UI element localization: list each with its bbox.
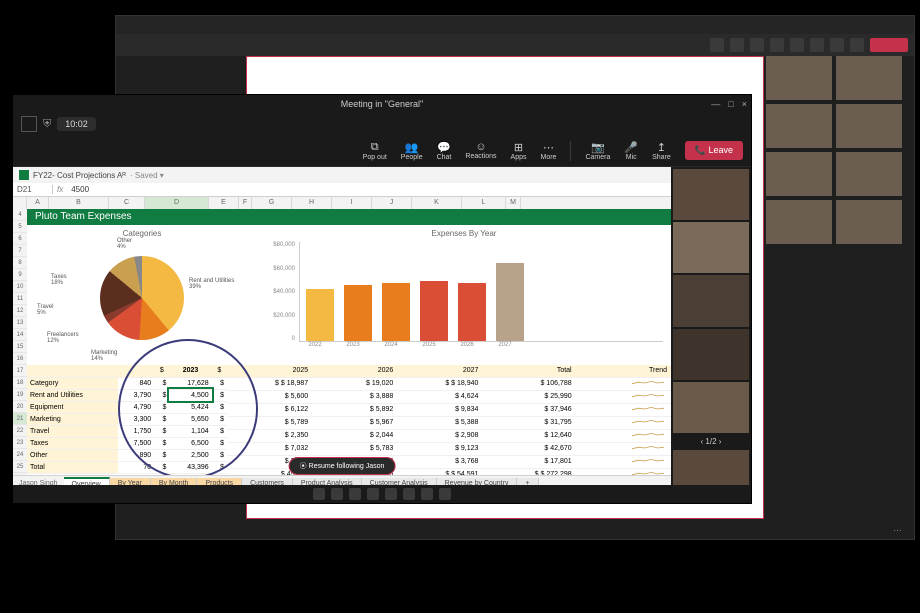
meeting-timer: 10:02: [57, 117, 96, 131]
spreadsheet-grid[interactable]: 4567891011121314151617181920212223242526…: [13, 209, 671, 475]
app-grid-icon[interactable]: [21, 116, 37, 132]
apps-icon: ⊞: [511, 141, 527, 154]
video-tile[interactable]: [673, 382, 749, 433]
video-tile[interactable]: [673, 275, 749, 326]
taskbar-icon[interactable]: [349, 488, 361, 500]
bar-chart: Expenses By Year $80,000$60,000$40,000$2…: [257, 225, 671, 365]
pie-chart: Categories Other4%Taxes18%Travel5%Freela…: [27, 225, 257, 365]
pie-title: Categories: [31, 229, 253, 238]
name-box[interactable]: D21: [13, 185, 53, 194]
popout-button[interactable]: ⧉Pop out: [363, 141, 387, 161]
pie-graphic: [100, 256, 184, 340]
people-icon: 👥: [401, 141, 423, 154]
camera-icon: 📷: [585, 141, 610, 154]
titlebar: Meeting in "General" — □ ×: [13, 95, 751, 113]
teams-meeting-window: Meeting in "General" — □ × ⛨ 10:02 ⧉Pop …: [12, 94, 752, 504]
resume-following-pill[interactable]: ⦿ Resume following Jason: [289, 457, 396, 475]
video-tile[interactable]: [673, 329, 749, 380]
taskbar-icon[interactable]: [439, 488, 451, 500]
minimize-icon[interactable]: —: [711, 99, 720, 109]
excel-icon: [19, 170, 29, 180]
window-title: Meeting in "General": [341, 99, 423, 109]
video-tile[interactable]: [673, 222, 749, 273]
back-footer: …: [893, 523, 902, 533]
reactions-icon: ☺: [465, 141, 496, 153]
taskbar-icon[interactable]: [421, 488, 433, 500]
excel-filename: FY22- Cost Projections Aᴿ: [33, 171, 126, 180]
share-icon: ↥: [652, 141, 671, 154]
taskbar-icon[interactable]: [331, 488, 343, 500]
camera-button[interactable]: 📷Camera: [585, 141, 610, 161]
teams-top-row: ⛨ 10:02: [13, 113, 751, 135]
formula-bar[interactable]: D21 fx 4500: [13, 183, 671, 197]
fx-icon: fx: [53, 185, 67, 194]
back-titlebar: [116, 16, 914, 34]
close-icon[interactable]: ×: [742, 99, 747, 109]
back-video-grid: [766, 56, 906, 244]
taskbar-icon[interactable]: [403, 488, 415, 500]
mic-icon: 🎤: [624, 141, 638, 154]
share-button[interactable]: ↥Share: [652, 141, 671, 161]
back-toolbar: [116, 34, 914, 56]
apps-button[interactable]: ⊞Apps: [511, 141, 527, 161]
sheet-banner: Pluto Team Expenses: [27, 209, 671, 225]
chat-icon: 💬: [437, 141, 452, 154]
windows-taskbar[interactable]: [13, 485, 751, 503]
more-button[interactable]: ⋯More: [541, 141, 557, 161]
row-headers: 4567891011121314151617181920212223242526…: [13, 209, 27, 475]
back-leave-button[interactable]: [870, 38, 908, 52]
video-pager[interactable]: ‹ 1/2 ›: [673, 435, 749, 448]
popout-icon: ⧉: [363, 141, 387, 154]
shield-icon[interactable]: ⛨: [43, 118, 51, 131]
bar-title: Expenses By Year: [265, 229, 663, 238]
start-icon[interactable]: [313, 488, 325, 500]
taskbar-icon[interactable]: [367, 488, 379, 500]
taskbar-icon[interactable]: [385, 488, 397, 500]
maximize-icon[interactable]: □: [728, 99, 733, 109]
video-tile[interactable]: [673, 169, 749, 220]
excel-titlebar: FY22- Cost Projections Aᴿ · Saved ▾: [13, 167, 671, 183]
mic-button[interactable]: 🎤Mic: [624, 141, 638, 161]
charts-row: Categories Other4%Taxes18%Travel5%Freela…: [27, 225, 671, 365]
more-icon: ⋯: [541, 141, 557, 154]
chat-button[interactable]: 💬Chat: [437, 141, 452, 161]
reactions-button[interactable]: ☺Reactions: [465, 141, 496, 160]
leave-button[interactable]: 📞 Leave: [685, 141, 743, 160]
video-column: ‹ 1/2 ›: [671, 167, 751, 503]
meeting-toolbar: ⧉Pop out 👥People 💬Chat ☺Reactions ⊞Apps …: [13, 135, 751, 167]
formula-value[interactable]: 4500: [67, 185, 93, 194]
people-button[interactable]: 👥People: [401, 141, 423, 161]
column-headers: ABCDEFGHIJKLM: [13, 197, 671, 209]
shared-excel-content: FY22- Cost Projections Aᴿ · Saved ▾ D21 …: [13, 167, 671, 503]
